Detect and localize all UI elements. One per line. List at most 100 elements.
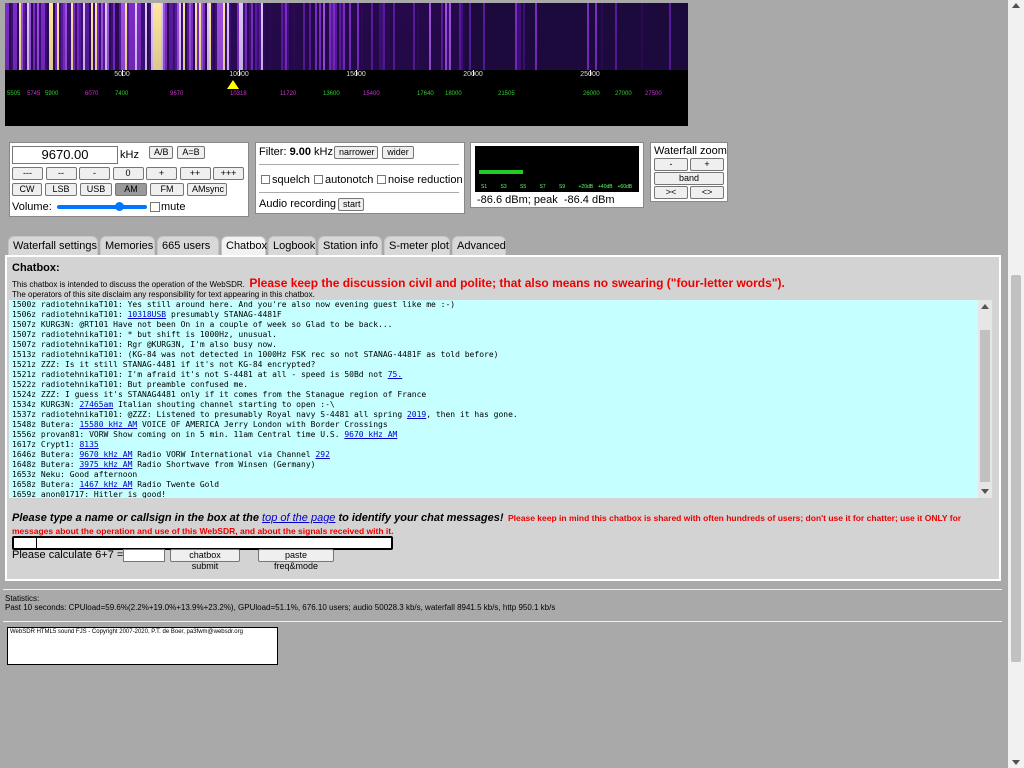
station-marker[interactable]: 10318 bbox=[230, 91, 247, 97]
mode-button-fm[interactable]: FM bbox=[150, 183, 184, 196]
station-marker[interactable]: 18000 bbox=[445, 91, 462, 97]
chat-frequency-link[interactable]: 9670 kHz AM bbox=[79, 450, 132, 459]
smeter-scale-label: S5 bbox=[520, 184, 527, 190]
filter-label: Filter: 9.00 kHz bbox=[259, 146, 333, 158]
squelch-label: squelch bbox=[272, 174, 310, 186]
chat-frequency-link[interactable]: 1467 kHz AM bbox=[79, 480, 132, 489]
chat-scroll-down-icon[interactable] bbox=[981, 489, 989, 494]
tuning-panel: 9670.00 kHz A/B A=B --- -- -0 + ++ +++ CW LSB U… bbox=[9, 142, 249, 217]
chat-frequency-link[interactable]: 27465am bbox=[79, 400, 113, 409]
station-marker[interactable]: 9670 bbox=[170, 91, 183, 97]
tab-station-info[interactable]: Station info bbox=[318, 236, 382, 256]
zoom-right-button[interactable]: <> bbox=[690, 186, 724, 199]
start-recording-button[interactable]: start bbox=[338, 198, 364, 211]
tab-logbook[interactable]: Logbook bbox=[268, 236, 316, 256]
autonotch-checkbox[interactable] bbox=[314, 175, 323, 184]
tune-step-button[interactable]: -- bbox=[45, 167, 77, 180]
tuning-cursor-icon[interactable] bbox=[227, 80, 239, 89]
frequency-unit: kHz bbox=[120, 149, 139, 161]
chat-message-input[interactable] bbox=[12, 536, 393, 550]
tab-advanced[interactable]: Advanced bbox=[452, 236, 506, 256]
chat-line-text: 1646z Butera: bbox=[12, 450, 80, 459]
station-marker[interactable]: 27500 bbox=[645, 91, 662, 97]
chat-frequency-link[interactable]: 9670 kHz AM bbox=[344, 430, 397, 439]
chatbox-submit-button[interactable]: chatbox submit bbox=[170, 549, 240, 571]
mode-button-cw[interactable]: CW bbox=[12, 183, 42, 196]
volume-slider-thumb[interactable] bbox=[115, 202, 124, 211]
chat-line-text: Italian shouting channel starting to ope… bbox=[113, 400, 335, 409]
chat-scroll-up-icon[interactable] bbox=[981, 304, 989, 309]
zoom-out-button[interactable]: - bbox=[654, 158, 688, 171]
chat-line: 1646z Butera: 9670 kHz AM Radio VORW Int… bbox=[9, 450, 977, 460]
wider-button[interactable]: wider bbox=[382, 146, 414, 159]
tune-step-button[interactable]: 0 bbox=[112, 167, 144, 180]
station-marker[interactable]: 27000 bbox=[615, 91, 632, 97]
page-scroll-down-icon[interactable] bbox=[1012, 760, 1020, 765]
waterfall-display[interactable] bbox=[5, 3, 688, 70]
frequency-input[interactable]: 9670.00 bbox=[12, 146, 118, 164]
chat-frequency-link[interactable]: 3975 kHz AM bbox=[79, 460, 132, 469]
top-of-page-link[interactable]: top of the page bbox=[262, 512, 335, 524]
station-marker[interactable]: 21505 bbox=[498, 91, 515, 97]
tab-s-meter-plot[interactable]: S-meter plot bbox=[384, 236, 450, 256]
volume-slider[interactable] bbox=[57, 202, 147, 211]
chat-scrollbar[interactable] bbox=[978, 300, 992, 498]
station-marker[interactable]: 5505 bbox=[7, 91, 20, 97]
station-marker[interactable]: 6070 bbox=[85, 91, 98, 97]
station-marker[interactable]: 13600 bbox=[323, 91, 340, 97]
page-scrollbar[interactable] bbox=[1008, 0, 1024, 768]
station-marker[interactable]: 17640 bbox=[417, 91, 434, 97]
station-marker[interactable]: 5745 bbox=[27, 91, 40, 97]
mode-button-amsync[interactable]: AMsync bbox=[187, 183, 227, 196]
tab-memories[interactable]: Memories bbox=[100, 236, 155, 256]
tab-waterfall-settings[interactable]: Waterfall settings bbox=[8, 236, 98, 256]
mode-button-lsb[interactable]: LSB bbox=[45, 183, 77, 196]
page-scroll-up-icon[interactable] bbox=[1012, 3, 1020, 8]
station-marker[interactable]: 26000 bbox=[583, 91, 600, 97]
mute-checkbox[interactable] bbox=[150, 202, 160, 212]
zoom-left-button[interactable]: >< bbox=[654, 186, 688, 199]
chat-line: 1513z radiotehnikaT101: (KG-84 was not d… bbox=[9, 350, 977, 360]
chat-prompt-text-after: to identify your chat messages! bbox=[335, 512, 504, 524]
station-marker[interactable]: 11720 bbox=[280, 91, 296, 97]
chat-frequency-link[interactable]: 75. bbox=[388, 370, 402, 379]
tune-step-button[interactable]: +++ bbox=[213, 167, 244, 180]
chat-frequency-link[interactable]: 2019 bbox=[407, 410, 426, 419]
a-equals-b-button[interactable]: A=B bbox=[177, 146, 205, 159]
paste-freq-mode-button[interactable]: paste freq&mode bbox=[258, 549, 334, 571]
chat-frequency-link[interactable]: 8135 bbox=[79, 440, 98, 449]
chat-scroll-thumb[interactable] bbox=[980, 330, 990, 482]
mode-button-am[interactable]: AM bbox=[115, 183, 147, 196]
tune-step-button[interactable]: - bbox=[79, 167, 110, 180]
tune-step-button[interactable]: ++ bbox=[179, 167, 211, 180]
tab-chatbox[interactable]: Chatbox bbox=[221, 236, 267, 256]
captcha-input[interactable] bbox=[123, 549, 165, 562]
frequency-scale[interactable]: 5000 10000 15000 20000 25000 5505 5745 5900 6070… bbox=[5, 70, 688, 126]
chat-log[interactable]: 1500z radiotehnikaT101: Yes still around… bbox=[9, 300, 992, 498]
station-marker[interactable]: 15400 bbox=[363, 91, 380, 97]
tab-665-users[interactable]: 665 users bbox=[157, 236, 219, 256]
chat-frequency-link[interactable]: 10318USB bbox=[128, 310, 167, 319]
ab-button[interactable]: A/B bbox=[149, 146, 173, 159]
chat-line-text: 1521z radiotehnikaT101: I'm afraid it's … bbox=[12, 370, 388, 379]
tune-step-button[interactable]: --- bbox=[12, 167, 43, 180]
chat-line-text: 1537z radiotehnikaT101: @ZZZ: Listened t… bbox=[12, 410, 407, 419]
zoom-band-button[interactable]: band bbox=[654, 172, 724, 185]
chat-line: 1534z KURG3N: 27465am Italian shouting c… bbox=[9, 400, 977, 410]
chat-prompt-text: Please type a name or callsign in the bo… bbox=[12, 512, 263, 524]
station-marker[interactable]: 5900 bbox=[45, 91, 58, 97]
tune-step-button[interactable]: + bbox=[146, 167, 177, 180]
narrower-button[interactable]: narrower bbox=[334, 146, 378, 159]
squelch-checkbox[interactable] bbox=[261, 175, 270, 184]
station-marker[interactable]: 7400 bbox=[115, 91, 128, 97]
noise-reduction-checkbox[interactable] bbox=[377, 175, 386, 184]
mode-button-usb[interactable]: USB bbox=[80, 183, 112, 196]
zoom-in-button[interactable]: + bbox=[690, 158, 724, 171]
page-scroll-thumb[interactable] bbox=[1011, 275, 1021, 662]
chat-line: 1521z ZZZ: Is it still STANAG-4481 if it… bbox=[9, 360, 977, 370]
chat-line: 1507z KURG3N: @RT101 Have not been On in… bbox=[9, 320, 977, 330]
chat-frequency-link[interactable]: 15580 kHz AM bbox=[79, 420, 137, 429]
chat-frequency-link[interactable]: 292 bbox=[315, 450, 329, 459]
autonotch-label: autonotch bbox=[325, 174, 374, 186]
footer-box: WebSDR HTML5 sound FJS - Copyright 2007-… bbox=[7, 627, 278, 665]
